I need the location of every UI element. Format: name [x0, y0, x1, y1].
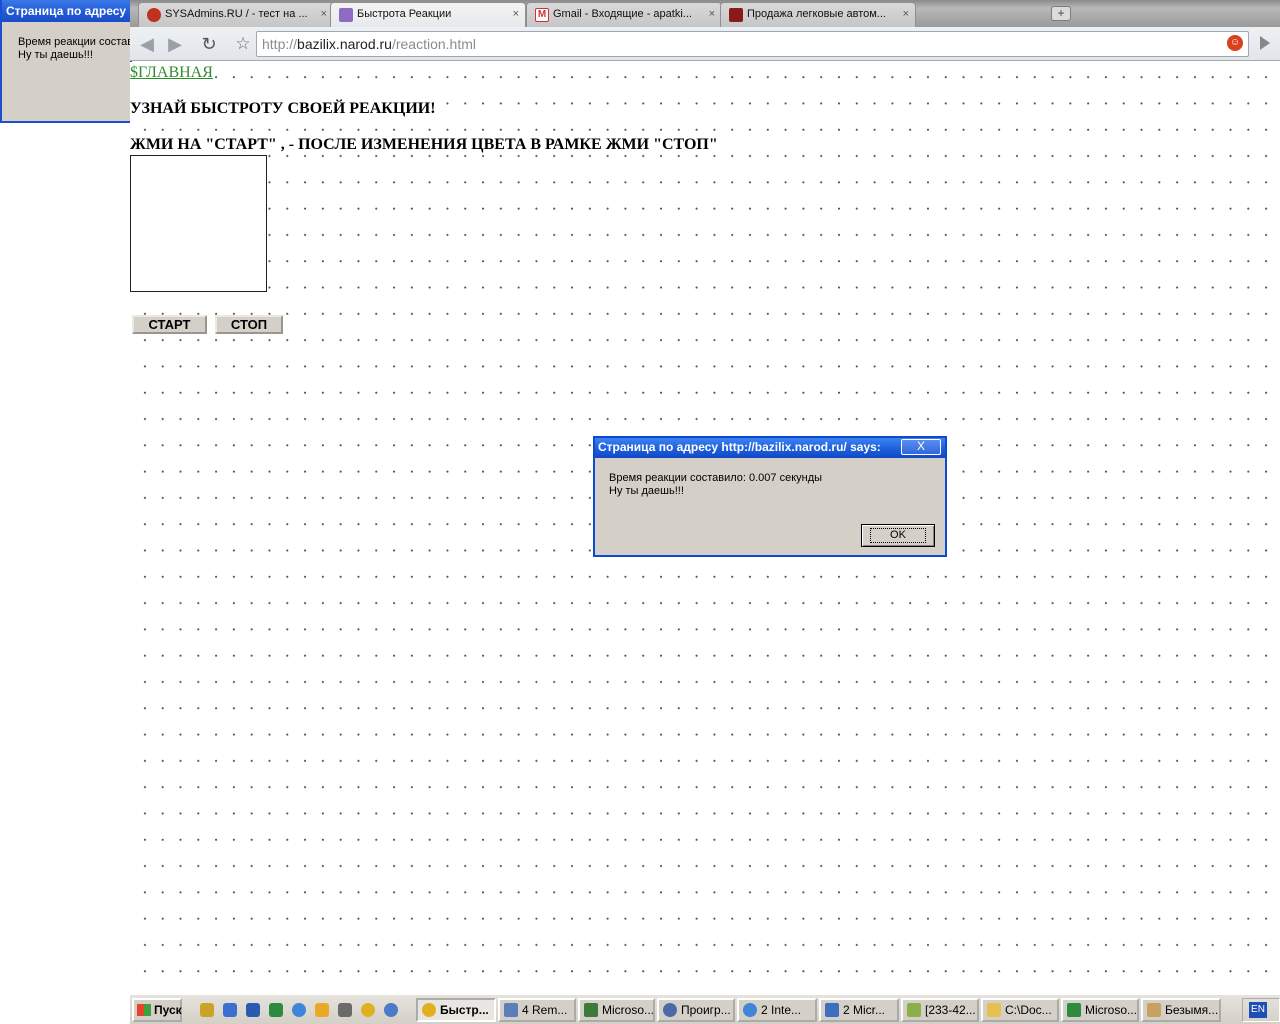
back-arrow-icon[interactable]: ◀	[136, 33, 158, 55]
quicklaunch-excel-icon[interactable]	[269, 1003, 283, 1017]
quicklaunch-chrome-icon[interactable]	[361, 1003, 375, 1017]
app-icon	[584, 1003, 598, 1017]
tab-close-icon[interactable]: ×	[513, 3, 519, 25]
tab-close-icon[interactable]: ×	[709, 3, 715, 25]
system-tray: EN	[1242, 998, 1280, 1022]
page-instruction: ЖМИ НА "СТАРТ" , - ПОСЛЕ ИЗМЕНЕНИЯ ЦВЕТА…	[130, 136, 718, 154]
player-icon	[663, 1003, 677, 1017]
app-icon	[825, 1003, 839, 1017]
taskbar-item[interactable]: Быстр...	[416, 998, 496, 1022]
chrome-icon	[422, 1003, 436, 1017]
taskbar-item[interactable]: Безымя...	[1141, 998, 1221, 1022]
sysadmins-favicon-icon	[147, 8, 161, 22]
taskbar-item[interactable]: Microso...	[1061, 998, 1139, 1022]
page-heading: УЗНАЙ БЫСТРОТУ СВОЕЙ РЕАКЦИИ!	[130, 100, 436, 118]
start-button[interactable]: Пуск	[132, 998, 182, 1022]
quicklaunch-app-icon[interactable]	[338, 1003, 352, 1017]
taskbar-item[interactable]: [233-42...	[901, 998, 979, 1022]
taskbar-item[interactable]: Проигр...	[657, 998, 735, 1022]
taskbar-item-label: Microso...	[1085, 1003, 1138, 1017]
language-indicator[interactable]: EN	[1249, 1002, 1267, 1018]
close-icon[interactable]: X	[901, 439, 941, 455]
url-path: /reaction.html	[391, 36, 477, 52]
taskbar-item-label: 4 Rem...	[522, 1003, 568, 1017]
url-scheme: http://	[262, 36, 298, 52]
car-favicon-icon	[729, 8, 743, 22]
alert-dialog: Страница по адресу http://bazilix.narod.…	[593, 436, 947, 557]
taskbar-item[interactable]: C:\Doc...	[981, 998, 1059, 1022]
tab-car-sale[interactable]: Продажа легковые автом... ×	[720, 2, 916, 27]
background-alert-message: Время реакции состав Ну ты даешь!!!	[2, 22, 130, 62]
tab-label: Продажа легковые автом...	[747, 8, 886, 20]
tab-label: SYSAdmins.RU / - тест на ...	[165, 8, 308, 20]
taskbar-item-label: [233-42...	[925, 1003, 976, 1017]
paint-icon	[1147, 1003, 1161, 1017]
taskbar-item[interactable]: 2 Micr...	[819, 998, 899, 1022]
folder-icon	[987, 1003, 1001, 1017]
background-alert-line1: Время реакции состав	[18, 36, 132, 48]
reaction-favicon-icon	[339, 8, 353, 22]
taskbar-item[interactable]: 4 Rem...	[498, 998, 576, 1022]
stop-button[interactable]: СТОП	[215, 315, 283, 334]
page-menu-icon[interactable]	[1260, 36, 1270, 50]
taskbar-item[interactable]: Microso...	[578, 998, 655, 1022]
taskbar-item-label: 2 Micr...	[843, 1003, 886, 1017]
tab-close-icon[interactable]: ×	[321, 3, 327, 25]
quicklaunch-app-icon[interactable]	[315, 1003, 329, 1017]
taskbar: Пуск Быстр... 4 Rem... Microso... Проигр…	[130, 994, 1280, 1024]
tab-strip: SYSAdmins.RU / - тест на ... × Быстрота …	[130, 0, 1280, 27]
bookmark-star-icon[interactable]: ☆	[232, 33, 254, 55]
app-icon	[907, 1003, 921, 1017]
taskbar-item-label: 2 Inte...	[761, 1003, 802, 1017]
background-alert-line2: Ну ты даешь!!!	[18, 49, 93, 61]
url-host: bazilix.narod.ru	[297, 36, 392, 52]
reaction-color-box	[130, 155, 267, 292]
tab-label: Gmail - Входящие - apatki...	[553, 8, 692, 20]
browser-toolbar: ◀ ▶ ↻ ☆ http://bazilix.narod.ru/reaction…	[130, 27, 1280, 61]
remote-icon	[504, 1003, 518, 1017]
taskbar-item-label: Быстр...	[440, 1003, 489, 1017]
alert-message-line1: Время реакции составило: 0.007 секунды	[609, 472, 823, 484]
alert-title: Страница по адресу http://bazilix.narod.…	[595, 438, 945, 458]
quicklaunch-media-icon[interactable]	[384, 1003, 398, 1017]
ie-icon	[743, 1003, 757, 1017]
background-alert-title: Страница по адресу h	[2, 0, 130, 22]
windows-logo-icon	[137, 1004, 151, 1016]
extension-icon[interactable]: ☺	[1227, 35, 1243, 51]
quicklaunch-word-icon[interactable]	[246, 1003, 260, 1017]
tab-close-icon[interactable]: ×	[903, 3, 909, 25]
taskbar-item-label: Microso...	[602, 1003, 655, 1017]
taskbar-item-label: C:\Doc...	[1005, 1003, 1052, 1017]
start-button[interactable]: СТАРТ	[132, 315, 207, 334]
quicklaunch-ie-icon[interactable]	[292, 1003, 306, 1017]
reload-icon[interactable]: ↻	[198, 33, 220, 55]
alert-message: Время реакции составило: 0.007 секунды Н…	[595, 458, 945, 498]
background-alert-dialog: Страница по адресу h Время реакции соста…	[0, 0, 132, 123]
desktop-area	[0, 0, 130, 1024]
gmail-favicon-icon: M	[535, 8, 549, 22]
quicklaunch-app-icon[interactable]	[200, 1003, 214, 1017]
home-link[interactable]: $ГЛАВНАЯ	[130, 64, 213, 82]
tab-label: Быстрота Реакции	[357, 8, 452, 20]
tab-sysadmins[interactable]: SYSAdmins.RU / - тест на ... ×	[138, 2, 334, 27]
tab-gmail[interactable]: M Gmail - Входящие - apatki... ×	[526, 2, 722, 27]
address-bar[interactable]: http://bazilix.narod.ru/reaction.html	[256, 31, 1249, 57]
alert-message-line2: Ну ты даешь!!!	[609, 485, 684, 497]
new-tab-icon[interactable]: +	[1051, 6, 1071, 21]
excel-icon	[1067, 1003, 1081, 1017]
ok-button-label: OK	[870, 528, 926, 543]
quicklaunch-app-icon[interactable]	[223, 1003, 237, 1017]
ok-button[interactable]: OK	[861, 524, 935, 547]
start-label: Пуск	[154, 1003, 182, 1017]
taskbar-item-label: Проигр...	[681, 1003, 731, 1017]
taskbar-item-label: Безымя...	[1165, 1003, 1219, 1017]
tab-reaction[interactable]: Быстрота Реакции ×	[330, 2, 526, 27]
forward-arrow-icon[interactable]: ▶	[164, 33, 186, 55]
taskbar-item[interactable]: 2 Inte...	[737, 998, 817, 1022]
